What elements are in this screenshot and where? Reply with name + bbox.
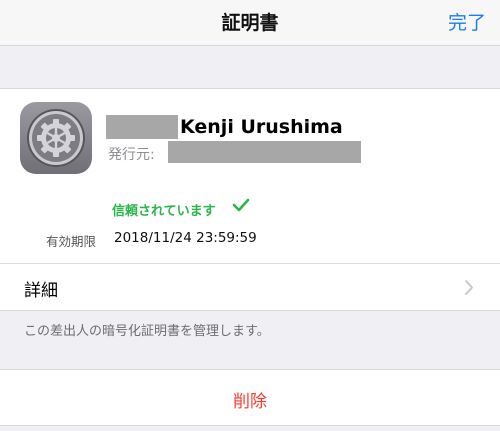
delete-label: 削除 xyxy=(233,392,267,412)
settings-gear-icon xyxy=(20,102,92,174)
page-title: 証明書 xyxy=(221,12,279,34)
details-label: 詳細 xyxy=(24,281,58,301)
redacted-name-block xyxy=(106,115,178,139)
footer-note: この差出人の暗号化証明書を管理します。 xyxy=(24,324,270,339)
checkmark-icon xyxy=(232,198,250,212)
trust-status: 信頼されています xyxy=(112,204,216,219)
certificate-screen: 証明書 完了 Kenji Urushima 発行元: 信頼されています 有効期限… xyxy=(0,0,500,431)
certificate-subject-name: Kenji Urushima xyxy=(180,116,343,138)
details-row[interactable]: 詳細 xyxy=(0,264,500,311)
redacted-issuer-block xyxy=(168,141,361,163)
expiry-value: 2018/11/24 23:59:59 xyxy=(114,230,257,246)
chevron-right-icon xyxy=(465,280,473,295)
certificate-card: Kenji Urushima 発行元: 信頼されています 有効期限 2018/1… xyxy=(0,88,500,311)
done-button[interactable]: 完了 xyxy=(448,8,486,35)
issuer-label: 発行元: xyxy=(108,147,155,163)
navigation-bar: 証明書 完了 xyxy=(0,0,500,46)
expiry-label: 有効期限 xyxy=(46,234,97,249)
delete-button[interactable]: 削除 xyxy=(0,369,500,426)
